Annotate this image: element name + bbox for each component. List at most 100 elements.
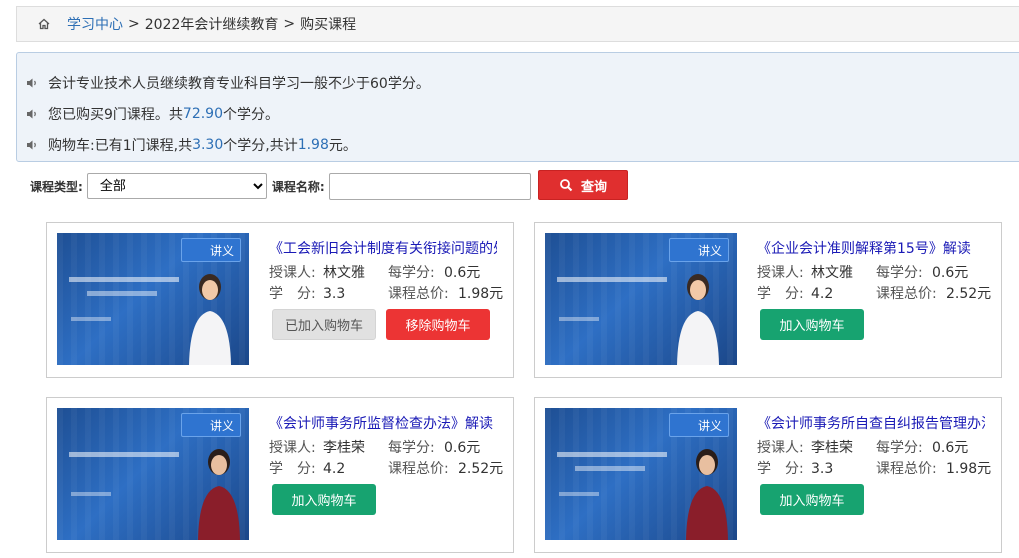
credit-label: 学 分: [757,461,804,477]
breadcrumb-home-link[interactable]: 学习中心 [67,14,123,34]
thumbnail-speaker-line [71,317,111,321]
course-meta-row: 授课人: 李桂荣 每学分: 0.6元 [269,438,509,459]
add-to-cart-button[interactable]: 加入购物车 [272,484,376,515]
lecturer-figure [677,274,719,365]
breadcrumb-separator: > [283,16,296,32]
total-price-label: 课程总价: [876,461,937,477]
purchased-credits: 72.90 [182,105,224,122]
teacher-label: 授课人: [269,265,316,281]
course-type-select[interactable]: 全部 [86,173,267,199]
course-title-link[interactable]: 《会计师事务所监督检查办法》解读 [269,414,497,434]
thumbnail-title-line [575,466,645,471]
course-name-label: 课程名称: [271,179,325,194]
remove-from-cart-button[interactable]: 移除购物车 [386,309,490,340]
course-thumbnail[interactable]: 讲义 [57,233,249,365]
teacher-label: 授课人: [269,440,316,456]
lecturer-figure [198,449,240,540]
credit-label: 学 分: [757,286,804,302]
credit-value: 4.2 [811,286,834,302]
lecturer-figure [189,274,231,365]
per-credit-label: 每学分: [388,265,435,281]
credit-label: 学 分: [269,286,316,302]
thumbnail-title-line [87,291,157,296]
course-meta-row: 授课人: 林文雅 每学分: 0.6元 [757,263,997,284]
course-name-input[interactable] [328,172,531,200]
course-meta-row: 授课人: 李桂荣 每学分: 0.6元 [757,438,997,459]
credit-value: 4.2 [323,461,346,477]
total-price-value: 1.98元 [458,286,504,302]
course-meta-row: 学 分: 4.2 课程总价: 2.52元 [757,284,997,305]
speaker-icon [27,140,36,149]
course-card: 讲义 《工会新旧会计制度有关衔接问题的处理规定》解读 授课人: 林文雅 每学分:… [46,222,514,378]
handout-badge[interactable]: 讲义 [181,238,241,262]
course-thumbnail[interactable]: 讲义 [545,408,737,540]
cart-credits: 3.30 [192,136,224,153]
notice-line-cart: 购物车:已有1门课程,共 3.30 个学分,共计 1.98 元。 [17,129,1019,160]
course-title-link[interactable]: 《企业会计准则解释第15号》解读 [757,239,985,259]
course-card: 讲义 《企业会计准则解释第15号》解读 授课人: 林文雅 每学分: 0.6元 学… [534,222,1002,378]
course-type-label: 课程类型: [30,179,83,194]
cart-total: 1.98 [297,136,329,153]
handout-badge[interactable]: 讲义 [669,413,729,437]
handout-badge[interactable]: 讲义 [181,413,241,437]
search-button[interactable]: 查询 [538,170,628,200]
total-price-value: 2.52元 [458,461,504,477]
per-credit-label: 每学分: [876,265,923,281]
speaker-icon [27,109,36,118]
per-credit-label: 每学分: [388,440,435,456]
thumbnail-speaker-line [559,317,599,321]
lecturer-figure [686,449,728,540]
thumbnail-title-line [557,452,667,457]
teacher-label: 授课人: [757,265,804,281]
thumbnail-speaker-line [559,492,599,496]
cart-prefix: 购物车:已有1门课程,共 [48,137,193,154]
purchased-prefix: 您已购买9门课程。共 [48,106,183,123]
total-price-label: 课程总价: [876,286,937,302]
thumbnail-title-line [69,277,179,282]
total-price-label: 课程总价: [388,461,449,477]
credit-value: 3.3 [811,461,834,477]
breadcrumb: 学习中心 > 2022年会计继续教育 > 购买课程 [16,6,1019,42]
notice-requirement-text: 会计专业技术人员继续教育专业科目学习一般不少于60学分。 [48,75,430,92]
per-credit-value: 0.6元 [444,265,481,281]
credit-value: 3.3 [323,286,346,302]
speaker-icon [27,78,36,87]
per-credit-value: 0.6元 [444,440,481,456]
course-title-link[interactable]: 《会计师事务所自查自纠报告管理办法》解读 [757,414,985,434]
cart-mid: 个学分,共计 [223,137,298,154]
search-button-label: 查询 [580,179,607,195]
added-to-cart-button[interactable]: 已加入购物车 [272,309,376,340]
teacher-value: 林文雅 [811,265,853,281]
course-meta-row: 授课人: 林文雅 每学分: 0.6元 [269,263,509,284]
per-credit-value: 0.6元 [932,440,969,456]
home-icon[interactable] [37,17,51,31]
course-meta-row: 学 分: 4.2 课程总价: 2.52元 [269,459,509,480]
per-credit-label: 每学分: [876,440,923,456]
course-info: 《工会新旧会计制度有关衔接问题的处理规定》解读 授课人: 林文雅 每学分: 0.… [269,239,509,305]
notice-line-purchased: 您已购买9门课程。共 72.90 个学分。 [17,98,1019,129]
breadcrumb-separator: > [128,16,140,32]
course-info: 《会计师事务所监督检查办法》解读 授课人: 李桂荣 每学分: 0.6元 学 分:… [269,414,509,480]
course-meta-row: 学 分: 3.3 课程总价: 1.98元 [757,459,997,480]
handout-badge[interactable]: 讲义 [669,238,729,262]
course-card: 讲义 《会计师事务所自查自纠报告管理办法》解读 授课人: 李桂荣 每学分: 0.… [534,397,1002,553]
course-thumbnail[interactable]: 讲义 [57,408,249,540]
add-to-cart-button[interactable]: 加入购物车 [760,484,864,515]
breadcrumb-current: 购买课程 [300,17,357,33]
teacher-label: 授课人: [757,440,804,456]
teacher-value: 林文雅 [323,265,365,281]
course-title-link[interactable]: 《工会新旧会计制度有关衔接问题的处理规定》解读 [269,239,497,259]
credit-label: 学 分: [269,461,316,477]
course-info: 《企业会计准则解释第15号》解读 授课人: 林文雅 每学分: 0.6元 学 分:… [757,239,997,305]
course-thumbnail[interactable]: 讲义 [545,233,737,365]
total-price-value: 2.52元 [946,286,992,302]
notice-panel: 会计专业技术人员继续教育专业科目学习一般不少于60学分。 您已购买9门课程。共 7… [16,52,1019,162]
notice-line-requirement: 会计专业技术人员继续教育专业科目学习一般不少于60学分。 [17,67,1019,98]
per-credit-value: 0.6元 [932,265,969,281]
total-price-value: 1.98元 [946,461,992,477]
teacher-value: 李桂荣 [811,440,853,456]
course-info: 《会计师事务所自查自纠报告管理办法》解读 授课人: 李桂荣 每学分: 0.6元 … [757,414,997,480]
total-price-label: 课程总价: [388,286,449,302]
add-to-cart-button[interactable]: 加入购物车 [760,309,864,340]
thumbnail-speaker-line [71,492,111,496]
